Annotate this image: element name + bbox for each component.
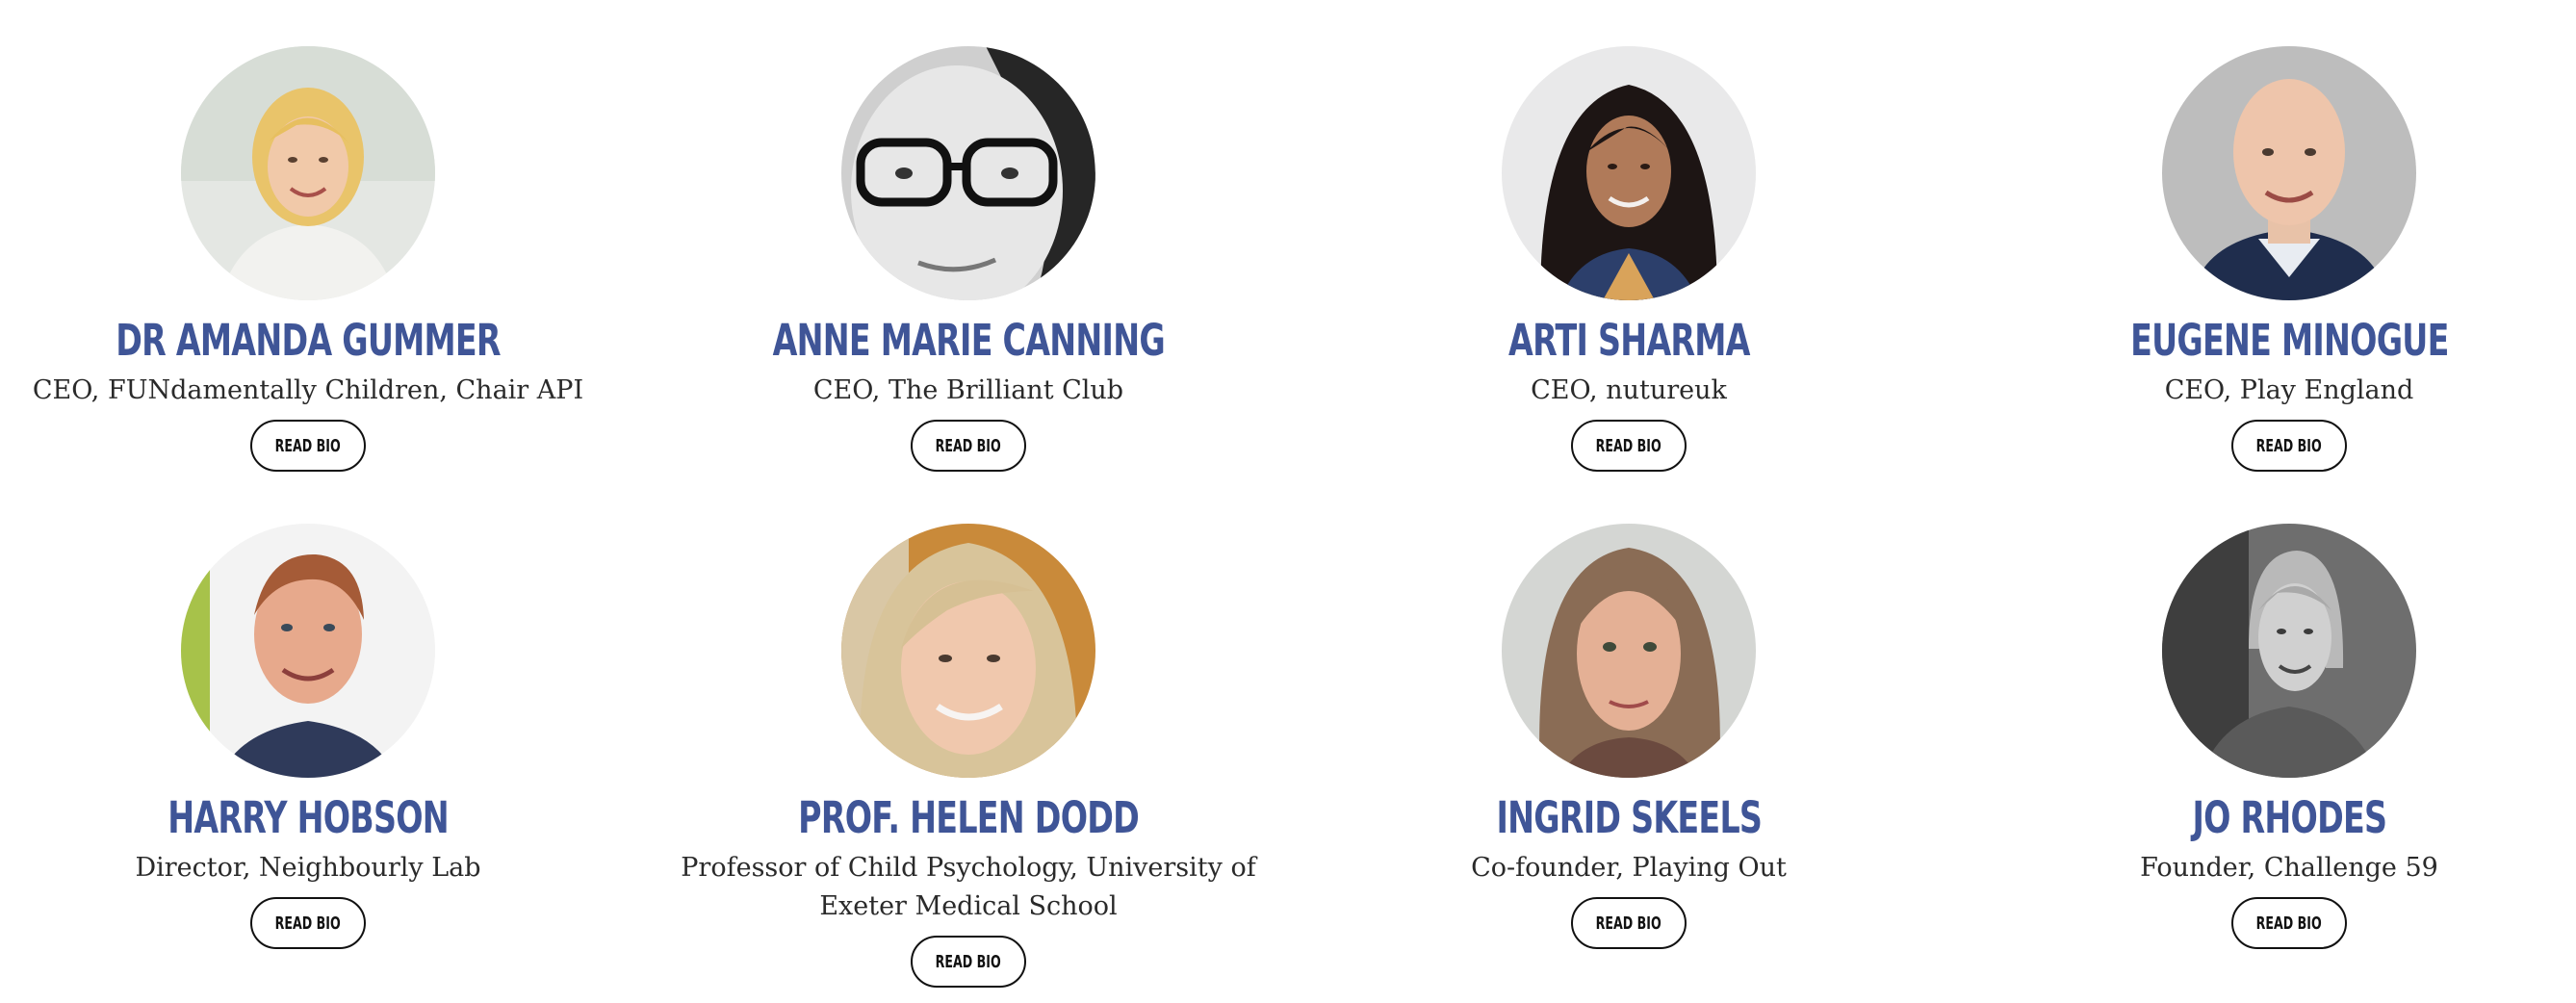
jo-rhodes-photo [2162, 524, 2416, 778]
person-name: PROF. HELEN DODD [798, 792, 1140, 843]
avatar [2162, 46, 2416, 300]
read-bio-label: READ BIO [1595, 435, 1662, 456]
avatar [841, 46, 1095, 300]
read-bio-button[interactable]: READ BIO [2231, 420, 2347, 472]
person-name: JO RHODES [2192, 792, 2387, 843]
read-bio-button[interactable]: READ BIO [2231, 897, 2347, 949]
arti-sharma-photo [1502, 46, 1756, 300]
person-card: PROF. HELEN DODD Professor of Child Psyc… [660, 524, 1276, 988]
read-bio-label: READ BIO [935, 435, 1002, 456]
person-name: EUGENE MINOGUE [2129, 315, 2449, 366]
person-role: CEO, nutureuk [1531, 375, 1727, 405]
anne-marie-canning-photo [841, 46, 1095, 300]
people-grid: DR AMANDA GUMMER CEO, FUNdamentally Chil… [0, 0, 2576, 1003]
person-role: Founder, Challenge 59 [2140, 853, 2438, 883]
read-bio-label: READ BIO [935, 951, 1002, 972]
person-name: ARTI SHARMA [1507, 315, 1750, 366]
read-bio-button[interactable]: READ BIO [911, 420, 1026, 472]
person-name: HARRY HOBSON [167, 792, 449, 843]
avatar [1502, 524, 1756, 778]
person-card: INGRID SKEELS Co-founder, Playing Out RE… [1321, 524, 1937, 949]
helen-dodd-photo [841, 524, 1095, 778]
read-bio-button[interactable]: READ BIO [250, 420, 366, 472]
avatar [2162, 524, 2416, 778]
person-card: ARTI SHARMA CEO, nutureuk READ BIO [1321, 46, 1937, 472]
avatar [181, 524, 435, 778]
person-name: ANNE MARIE CANNING [772, 315, 1165, 366]
read-bio-label: READ BIO [274, 913, 342, 934]
person-role: Co-founder, Playing Out [1471, 853, 1787, 883]
person-role: CEO, The Brilliant Club [812, 375, 1124, 405]
read-bio-label: READ BIO [274, 435, 342, 456]
person-card: ANNE MARIE CANNING CEO, The Brilliant Cl… [660, 46, 1276, 472]
person-card: EUGENE MINOGUE CEO, Play England READ BI… [1981, 46, 2576, 472]
person-card: HARRY HOBSON Director, Neighbourly Lab R… [0, 524, 616, 949]
person-role: Professor of Child Psychology, Universit… [681, 853, 1256, 921]
avatar [1502, 46, 1756, 300]
avatar [181, 46, 435, 300]
avatar [841, 524, 1095, 778]
eugene-minogue-photo [2162, 46, 2416, 300]
amanda-gummer-photo [181, 46, 435, 300]
person-card: JO RHODES Founder, Challenge 59 READ BIO [1981, 524, 2576, 949]
person-card: DR AMANDA GUMMER CEO, FUNdamentally Chil… [0, 46, 616, 472]
harry-hobson-photo [181, 524, 435, 778]
person-role: CEO, Play England [2164, 375, 2414, 405]
person-name: INGRID SKEELS [1496, 792, 1762, 843]
read-bio-button[interactable]: READ BIO [250, 897, 366, 949]
read-bio-button[interactable]: READ BIO [1571, 897, 1687, 949]
read-bio-label: READ BIO [2255, 435, 2323, 456]
person-role: Director, Neighbourly Lab [135, 853, 481, 883]
read-bio-label: READ BIO [2255, 913, 2323, 934]
person-role: CEO, FUNdamentally Children, Chair API [32, 375, 584, 405]
ingrid-skeels-photo [1502, 524, 1756, 778]
read-bio-button[interactable]: READ BIO [911, 936, 1026, 988]
read-bio-label: READ BIO [1595, 913, 1662, 934]
read-bio-button[interactable]: READ BIO [1571, 420, 1687, 472]
person-name: DR AMANDA GUMMER [116, 315, 501, 366]
